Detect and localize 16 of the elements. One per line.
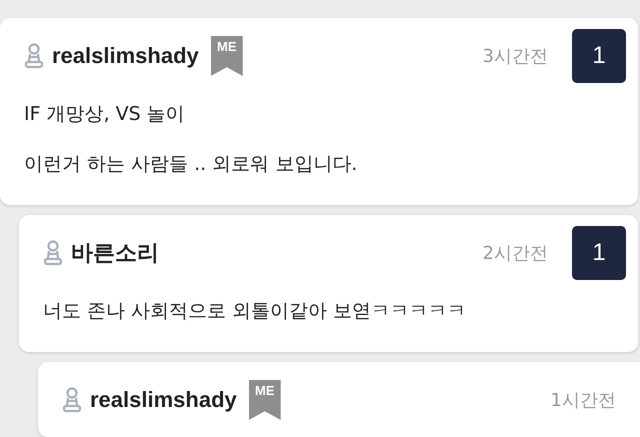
post-time: 2시간전 bbox=[482, 242, 548, 265]
post-time: 1시간전 bbox=[550, 389, 616, 412]
comment-text: 너도 존나 사회적으로 외톨이같아 보엳ㅋㅋㅋㅋㅋ bbox=[43, 299, 468, 324]
user-icon bbox=[62, 387, 82, 413]
me-badge: ME bbox=[248, 380, 281, 420]
author-name[interactable]: realslimshady bbox=[90, 387, 237, 413]
comment-text: 이런거 하는 사람들 .. 외로워 보입니다. bbox=[24, 152, 358, 177]
me-badge: ME bbox=[210, 36, 243, 76]
author-name[interactable]: 바른소리 bbox=[71, 238, 159, 268]
user-icon bbox=[43, 240, 63, 266]
post-time: 3시간전 bbox=[482, 45, 548, 68]
count-badge: 1 bbox=[572, 29, 626, 83]
comment-text: IF 개망상, VS 놀이 bbox=[24, 102, 186, 127]
count-badge: 1 bbox=[572, 226, 626, 280]
author-name[interactable]: realslimshady bbox=[52, 43, 199, 69]
user-icon bbox=[24, 43, 44, 69]
